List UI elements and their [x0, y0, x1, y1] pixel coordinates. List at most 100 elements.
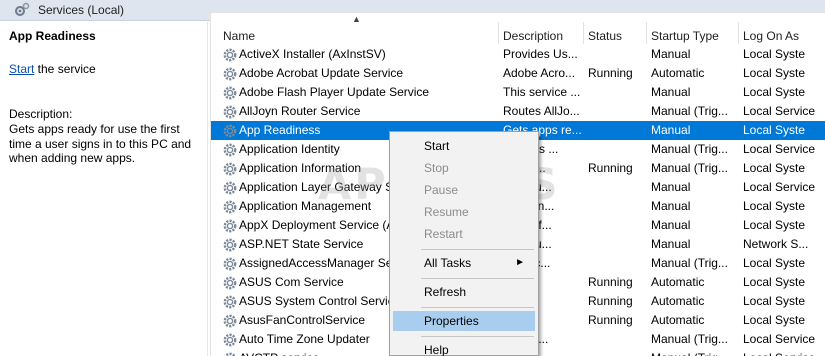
service-description-cell: Adobe Acro... — [503, 66, 576, 80]
service-startup-type-cell: Automatic — [651, 275, 705, 289]
service-gear-icon — [223, 124, 237, 138]
service-gear-icon — [223, 276, 237, 290]
column-header-description[interactable]: Description — [503, 26, 563, 46]
menu-item-help[interactable]: Help — [393, 340, 535, 356]
selected-service-name: App Readiness — [9, 29, 96, 43]
service-startup-type-cell: Automatic — [651, 313, 705, 327]
service-status-cell: Running — [588, 275, 633, 289]
service-log-on-as-cell: Local Syste — [743, 256, 806, 270]
service-gear-icon — [223, 48, 237, 62]
menu-item-properties[interactable]: Properties — [393, 311, 535, 331]
menu-separator — [421, 278, 534, 279]
service-status-cell: Running — [588, 161, 633, 175]
service-startup-type-cell: Manual (Trig... — [651, 349, 739, 356]
service-row[interactable]: AllJoyn Router Service Routes AllJo... Man… — [211, 102, 825, 121]
menu-item-all-tasks[interactable]: All Tasks ► — [393, 253, 535, 273]
service-log-on-as-cell: Local Service — [743, 104, 816, 118]
service-log-on-as-cell: Local Syste — [743, 199, 806, 213]
service-startup-type-cell: Manual — [651, 180, 691, 194]
service-status-cell: Running — [588, 294, 633, 308]
service-gear-icon — [223, 105, 237, 119]
menu-item-all-tasks-label: All Tasks — [424, 256, 472, 270]
service-gear-icon — [223, 295, 237, 309]
service-name-cell: AllJoyn Router Service — [239, 104, 361, 118]
menu-item-restart: Restart — [424, 227, 463, 241]
service-startup-type-cell: Manual (Trig... — [651, 104, 728, 118]
service-startup-type-cell: Manual (Trig... — [651, 161, 728, 175]
panel-title: Services (Local) — [38, 3, 125, 17]
service-gear-icon — [223, 162, 237, 176]
menu-item-resume: Resume — [424, 205, 469, 219]
description-label: Description: — [9, 107, 73, 121]
service-name-cell: ActiveX Installer (AxInstSV) — [239, 47, 386, 61]
service-gear-icon — [223, 143, 237, 157]
service-startup-type-cell: Manual — [651, 199, 691, 213]
menu-item-refresh[interactable]: Refresh — [393, 282, 535, 302]
gear-icon — [15, 2, 30, 16]
service-gear-icon — [223, 67, 237, 81]
column-divider[interactable] — [646, 22, 647, 44]
service-log-on-as-cell: Local Syste — [743, 66, 806, 80]
service-gear-icon — [223, 219, 237, 233]
service-startup-type-cell: Manual — [651, 218, 691, 232]
submenu-arrow-icon: ► — [515, 257, 525, 268]
service-log-on-as-cell: Local Syste — [743, 85, 806, 99]
service-description-cell: Provides Us... — [503, 47, 578, 61]
service-startup-type-cell: Automatic — [651, 294, 705, 308]
service-gear-icon — [223, 314, 237, 328]
sort-ascending-icon: ▲ — [352, 14, 361, 24]
service-gear-icon — [224, 352, 236, 356]
service-row[interactable]: ActiveX Installer (AxInstSV) Provides Us.… — [211, 45, 825, 64]
service-status-cell: Running — [588, 313, 633, 327]
column-header-status[interactable]: Status — [588, 26, 622, 46]
service-gear-icon — [223, 238, 237, 252]
start-service-suffix: the service — [34, 62, 96, 76]
service-log-on-as-cell: Local Service — [743, 332, 816, 346]
column-divider[interactable] — [498, 22, 499, 44]
service-gear-icon — [223, 181, 237, 195]
service-startup-type-cell: Manual — [651, 123, 691, 137]
service-name-cell: Adobe Acrobat Update Service — [239, 66, 404, 80]
service-gear-icon — [223, 86, 237, 100]
service-log-on-as-cell: Local Syste — [743, 313, 806, 327]
service-description-cell: Routes AllJo... — [503, 104, 580, 118]
service-log-on-as-cell: Local Service — [743, 142, 816, 156]
service-description: Gets apps ready for use the first time a… — [9, 122, 192, 165]
service-row[interactable]: Adobe Flash Player Update Service This se… — [211, 83, 825, 102]
service-startup-type-cell: Manual — [651, 237, 691, 251]
column-divider[interactable] — [583, 22, 584, 44]
service-startup-type-cell: Manual (Trig... — [651, 142, 728, 156]
service-startup-type-cell: Manual — [651, 85, 691, 99]
service-startup-type-cell: Automatic — [651, 66, 705, 80]
service-log-on-as-cell: Local Service — [743, 349, 825, 356]
menu-separator — [421, 249, 534, 250]
service-status-cell: Running — [588, 66, 633, 80]
service-log-on-as-cell: Local Syste — [743, 161, 806, 175]
column-divider[interactable] — [738, 22, 739, 44]
service-log-on-as-cell: Local Service — [743, 180, 816, 194]
service-log-on-as-cell: Network S... — [743, 237, 809, 251]
menu-item-start[interactable]: Start — [393, 136, 535, 156]
start-service-line: Start the service — [9, 62, 96, 76]
service-gear-icon — [223, 200, 237, 214]
service-details-pane: App Readiness Start the service Descript… — [0, 22, 208, 356]
service-gear-icon — [223, 333, 237, 347]
service-description-cell: This service ... — [503, 85, 581, 99]
service-name-cell: Adobe Flash Player Update Service — [239, 85, 430, 99]
menu-separator — [421, 336, 534, 337]
service-gear-icon — [223, 257, 237, 271]
service-log-on-as-cell: Local Syste — [743, 294, 806, 308]
start-service-link[interactable]: Start — [9, 62, 34, 76]
column-header-name[interactable]: Name — [223, 26, 255, 46]
service-startup-type-cell: Manual (Trig... — [651, 332, 728, 346]
service-log-on-as-cell: Local Syste — [743, 275, 806, 289]
column-header-log-on-as[interactable]: Log On As — [743, 26, 799, 46]
menu-separator — [421, 307, 534, 308]
service-row[interactable]: Adobe Acrobat Update Service Adobe Acro..… — [211, 64, 825, 83]
column-header-startup-type[interactable]: Startup Type — [651, 26, 719, 46]
menu-item-pause: Pause — [424, 183, 459, 197]
service-context-menu: Start Stop Pause Resume Restart All Task… — [389, 131, 539, 356]
menu-item-stop: Stop — [424, 161, 449, 175]
service-startup-type-cell: Manual — [651, 47, 691, 61]
service-log-on-as-cell: Local Syste — [743, 47, 806, 61]
